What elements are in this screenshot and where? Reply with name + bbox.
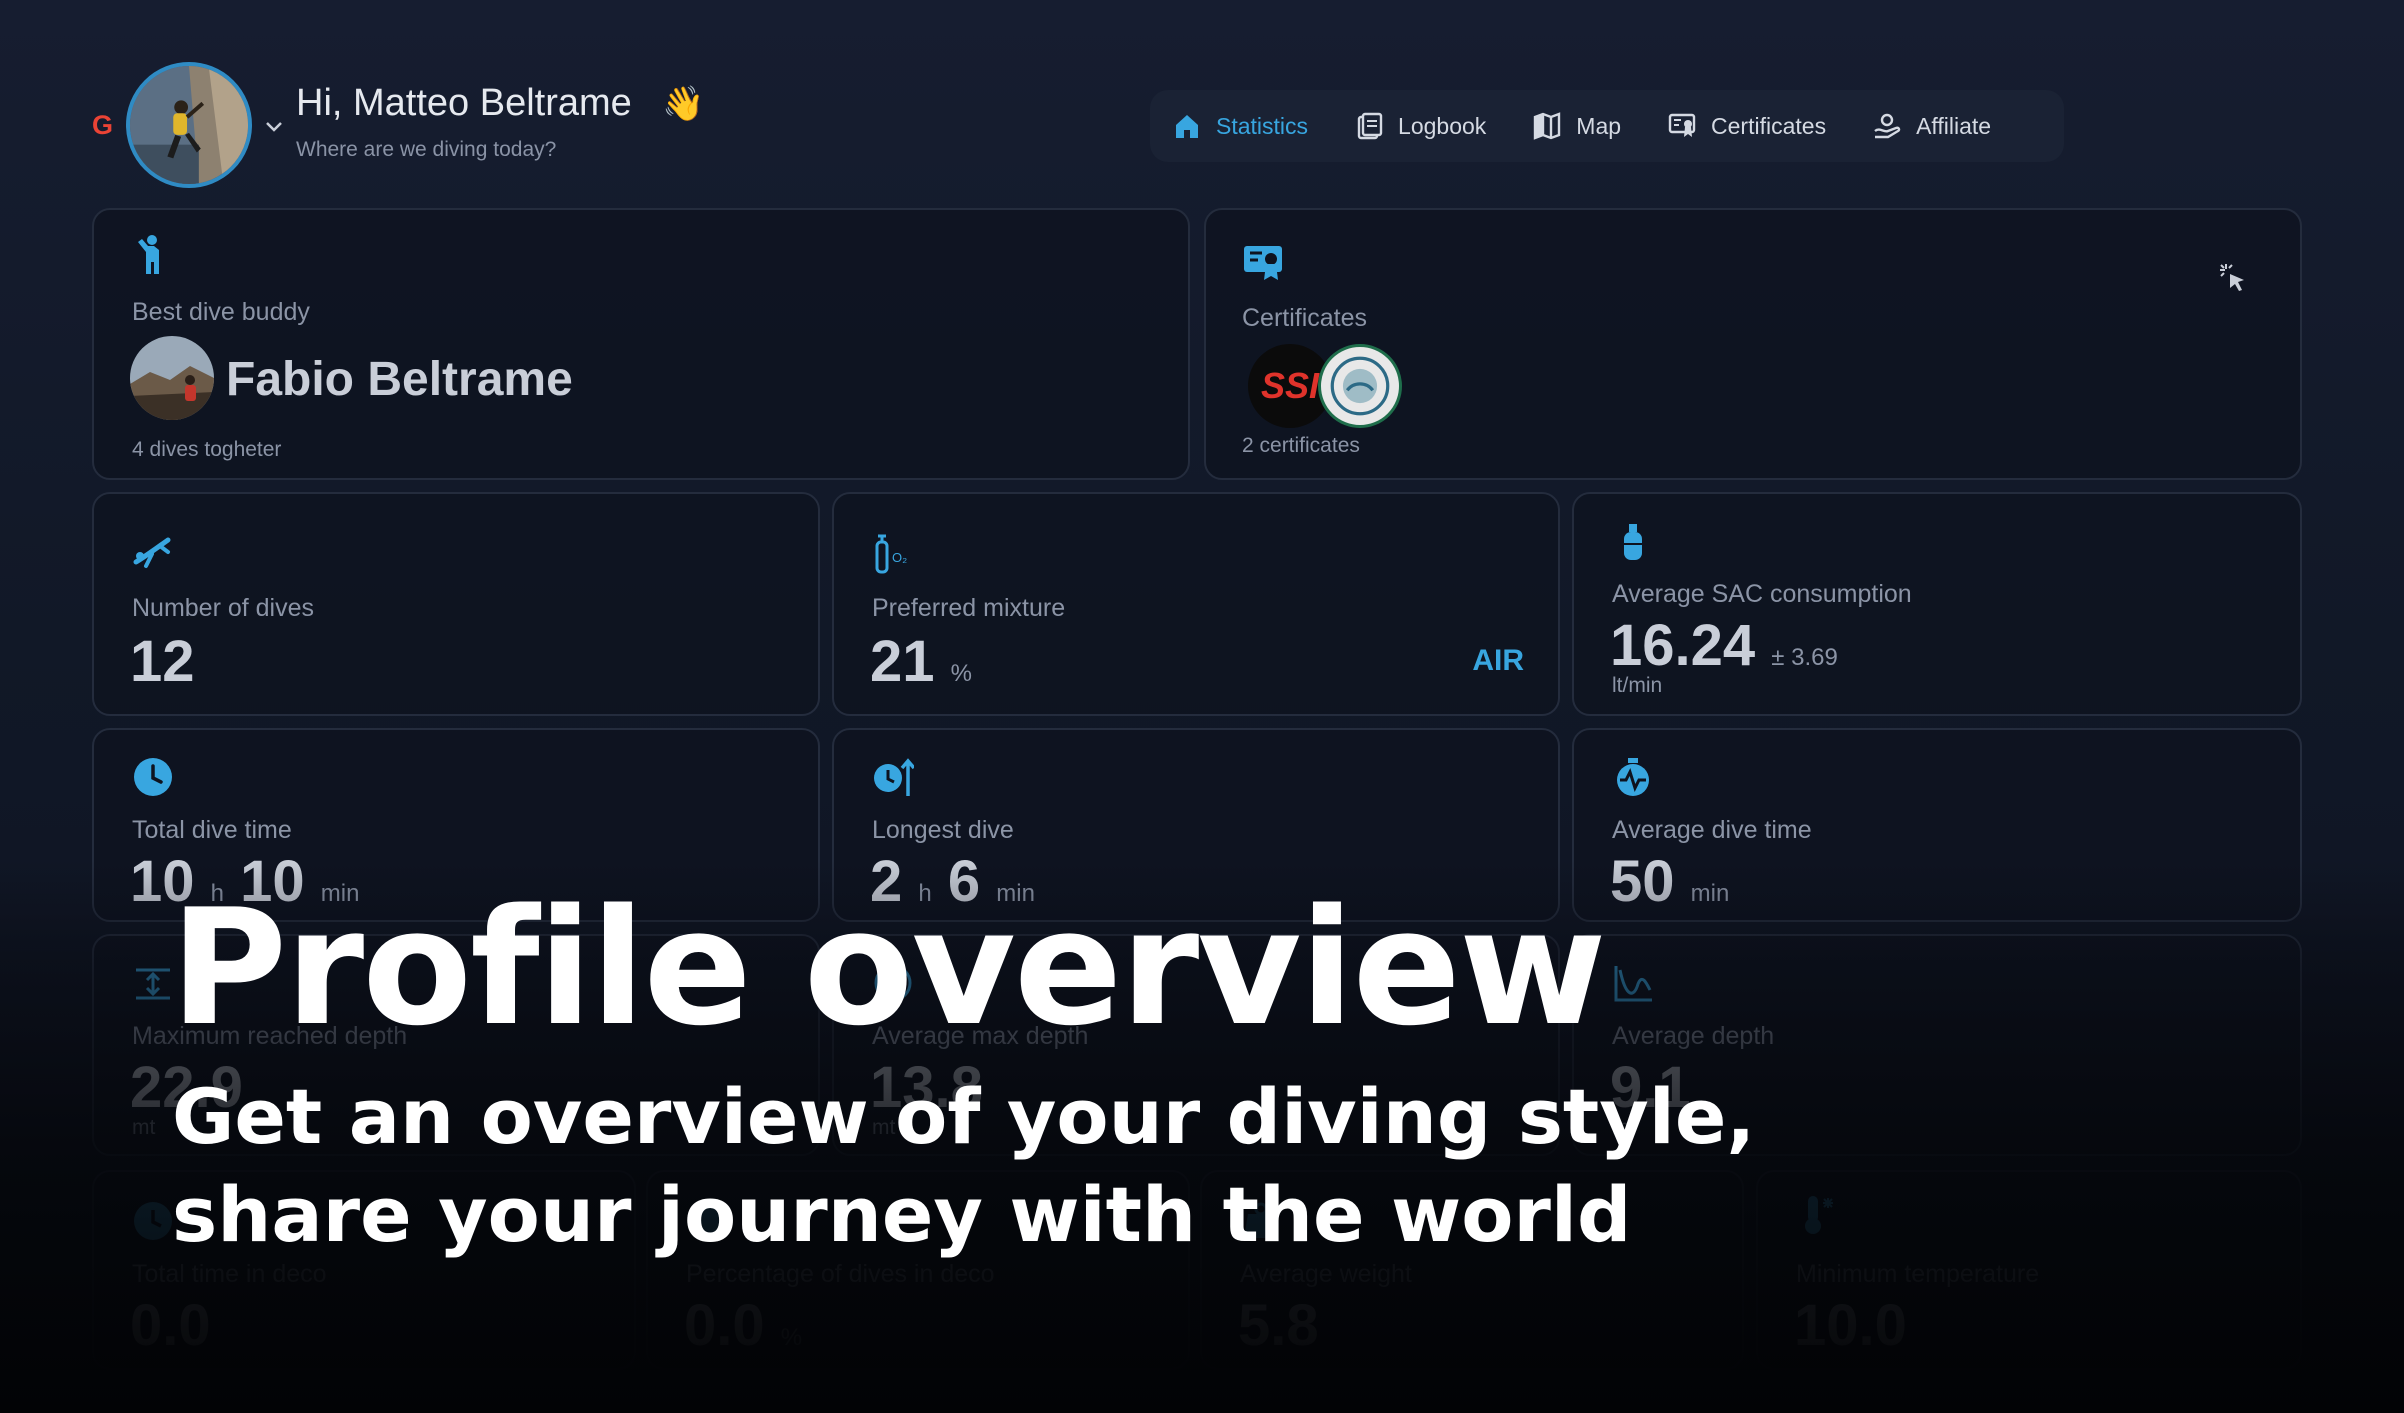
header: G Hi, Matteo Beltrame 👋 Where are we div… xyxy=(92,62,2302,188)
avg-time-value: 50 min xyxy=(1610,849,1730,914)
dives-value: 12 xyxy=(130,629,195,694)
min-temp-value: 10.0 xyxy=(1794,1293,1907,1358)
deco-pct-value: 0.0 % xyxy=(684,1293,803,1358)
diver-icon xyxy=(133,537,171,568)
map-icon xyxy=(1534,112,1561,140)
best-buddy-card[interactable]: Best dive buddy Fabio Beltrame 4 dives t… xyxy=(92,208,1190,480)
overlay-title: Profile overview xyxy=(170,874,1607,1061)
nav-map[interactable]: Map xyxy=(1532,111,1621,141)
clock-up-icon xyxy=(874,758,914,796)
google-icon: G xyxy=(92,110,114,140)
dives-label: Number of dives xyxy=(132,594,315,622)
deco-time-label: Total time in deco xyxy=(132,1260,327,1288)
mixture-label: Preferred mixture xyxy=(872,594,1066,622)
buddy-name: Fabio Beltrame xyxy=(226,353,573,406)
buddy-dives-count: 4 dives togheter xyxy=(132,438,282,461)
total-time-label: Total dive time xyxy=(132,816,292,844)
sac-consumption-card: Average SAC consumption 16.24 ± 3.69 lt/… xyxy=(1572,492,2302,716)
svg-text:O₂: O₂ xyxy=(892,550,907,565)
main-nav: Statistics Logbook Map Certificates Affi… xyxy=(1150,90,2064,162)
oxygen-tank-icon: O₂ xyxy=(875,534,907,574)
overlay-subtitle: Get an overview of your diving style, sh… xyxy=(172,1068,1772,1264)
nav-logbook[interactable]: Logbook xyxy=(1354,111,1486,141)
buddy-label: Best dive buddy xyxy=(132,298,310,326)
max-depth-unit: mt xyxy=(132,1116,156,1139)
clock-icon xyxy=(134,1202,172,1240)
mixture-tag: AIR xyxy=(1472,644,1524,677)
certificates-card[interactable]: Certificates SSI 2 certificates xyxy=(1204,208,2302,480)
affiliate-icon xyxy=(1874,113,1901,139)
home-icon xyxy=(1176,115,1198,138)
logbook-icon xyxy=(1357,112,1383,140)
buddy-photo-icon xyxy=(130,336,214,420)
nav-certificates[interactable]: Certificates xyxy=(1667,111,1826,141)
depth-curve-icon xyxy=(1614,966,1652,1002)
overlay-line-1: Get an overview of your diving style, xyxy=(172,1072,1756,1161)
user-avatar[interactable] xyxy=(126,62,252,188)
nav-affiliate[interactable]: Affiliate xyxy=(1872,111,1991,141)
wave-icon: 👋 xyxy=(662,84,705,124)
sac-label: Average SAC consumption xyxy=(1612,580,1912,608)
sac-unit: lt/min xyxy=(1612,674,1663,697)
number-of-dives-card: Number of dives 12 xyxy=(92,492,820,716)
preferred-mixture-card: O₂ Preferred mixture 21 % AIR xyxy=(832,492,1560,716)
certificates-label: Certificates xyxy=(1242,304,1368,332)
sac-value: 16.24 ± 3.69 xyxy=(1610,613,1838,678)
certificates-count: 2 certificates xyxy=(1242,434,1360,457)
clock-icon xyxy=(134,758,172,796)
greeting: Hi, Matteo Beltrame xyxy=(296,82,632,124)
deco-time-value: 0.0 xyxy=(130,1293,211,1358)
federation-badge-icon xyxy=(1318,344,1402,428)
person-icon xyxy=(138,235,159,274)
click-cursor-icon[interactable] xyxy=(2218,262,2250,294)
thermometer-icon xyxy=(1805,1196,1833,1234)
scuba-tank-icon xyxy=(1624,524,1642,560)
mixture-value: 21 % xyxy=(870,629,972,694)
climber-photo-icon xyxy=(130,66,248,184)
nav-statistics[interactable]: Statistics xyxy=(1172,111,1308,141)
stopwatch-pulse-icon xyxy=(1617,758,1649,796)
avg-depth-label: Average depth xyxy=(1612,1022,1775,1050)
certificate-icon xyxy=(1244,246,1282,280)
greeting-subtitle: Where are we diving today? xyxy=(296,138,557,161)
certificate-icon xyxy=(1668,113,1696,137)
overlay-line-2: share your journey with the world xyxy=(172,1170,1632,1259)
average-dive-time-card: Average dive time 50 min xyxy=(1572,728,2302,922)
min-temperature-card: Minimum temperature 10.0 xyxy=(1756,1170,2302,1370)
chevron-down-icon[interactable] xyxy=(262,114,286,138)
seal-icon xyxy=(1330,356,1390,416)
weight-label: Average weight xyxy=(1240,1260,1412,1288)
buddy-avatar xyxy=(130,336,214,420)
deco-pct-label: Percentage of dives in deco xyxy=(686,1260,995,1288)
weight-value: 5.8 xyxy=(1238,1293,1319,1358)
depth-icon xyxy=(136,968,170,1000)
min-temp-label: Minimum temperature xyxy=(1796,1260,2040,1288)
avg-time-label: Average dive time xyxy=(1612,816,1812,844)
longest-label: Longest dive xyxy=(872,816,1014,844)
